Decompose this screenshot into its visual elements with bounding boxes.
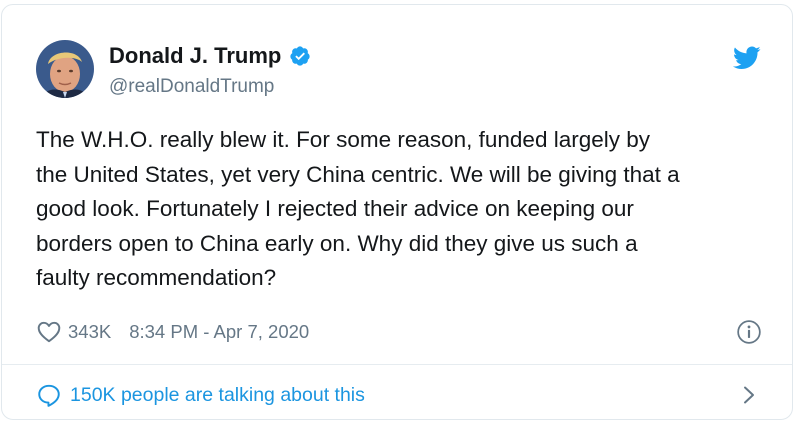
twitter-bird-icon[interactable]: [733, 46, 761, 70]
avatar[interactable]: [36, 40, 94, 98]
tweet-card[interactable]: Donald J. Trump @realDonaldTrump The W.H…: [1, 4, 793, 420]
tweet-line: faulty recommendation?: [36, 265, 277, 290]
author-handle[interactable]: @realDonaldTrump: [109, 75, 274, 99]
tweet-meta-row: 343K 8:34 PM - Apr 7, 2020: [36, 318, 309, 346]
tweet-line: good look. Fortunately I rejected their …: [36, 196, 634, 221]
tweet-timestamp[interactable]: 8:34 PM - Apr 7, 2020: [129, 321, 309, 343]
like-count[interactable]: 343K: [68, 321, 111, 343]
tweet-line: borders open to China early on. Why did …: [36, 230, 638, 256]
verified-badge-icon: [290, 46, 310, 66]
speech-bubble-icon: [38, 384, 60, 407]
divider: [2, 364, 792, 365]
profile-photo: [36, 40, 94, 98]
author-display-name[interactable]: Donald J. Trump: [109, 43, 281, 69]
author-name-row: Donald J. Trump: [109, 43, 311, 69]
tweet-line: The W.H.O. really blew it. For some reas…: [36, 127, 651, 152]
tweet-line: the United States, yet very China centri…: [36, 161, 680, 187]
chevron-right-icon[interactable]: [739, 385, 759, 405]
conversation-link[interactable]: 150K people are talking about this: [36, 380, 365, 410]
info-icon[interactable]: [736, 319, 762, 345]
conversation-count-label[interactable]: 150K people are talking about this: [70, 384, 365, 407]
heart-icon[interactable]: [36, 319, 62, 345]
tweet-text: The W.H.O. really blew it. For some reas…: [36, 123, 776, 296]
